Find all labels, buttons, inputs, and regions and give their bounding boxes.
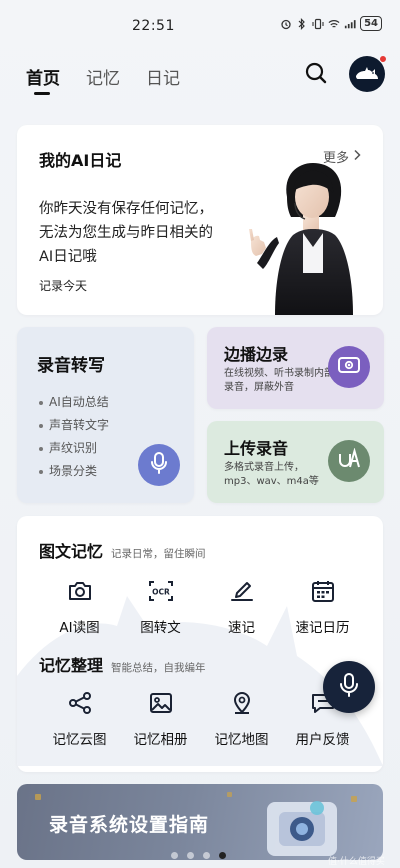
pen-icon bbox=[227, 576, 257, 606]
list-item: 声音转文字 bbox=[39, 414, 109, 437]
upload-title: 上传录音 bbox=[224, 439, 289, 458]
banner-pagination bbox=[171, 852, 226, 859]
search-button[interactable] bbox=[301, 60, 331, 90]
search-icon bbox=[304, 61, 328, 89]
ai-read-image-button[interactable]: AI读图 bbox=[39, 576, 120, 636]
memory-map-button[interactable]: 记忆地图 bbox=[201, 688, 282, 748]
watermark: 值·什么值得买 bbox=[328, 857, 385, 867]
memory-organize-subtitle: 智能总结，自我编年 bbox=[111, 662, 206, 674]
quick-note-button[interactable]: 速记 bbox=[201, 576, 282, 636]
tab-diary[interactable]: 日记 bbox=[146, 64, 180, 89]
bluetooth-icon bbox=[296, 17, 308, 30]
ocr-icon: OCR bbox=[146, 576, 176, 606]
alarm-icon bbox=[280, 18, 292, 30]
record-mic-button[interactable] bbox=[138, 444, 180, 486]
status-time: 22:51 bbox=[132, 18, 175, 34]
wifi-icon bbox=[328, 18, 340, 30]
list-item: 声纹识别 bbox=[39, 437, 109, 460]
record-feature-list: AI自动总结 声音转文字 声纹识别 场景分类 bbox=[39, 391, 109, 483]
upload-audio-card[interactable]: 上传录音 多格式录音上传，mp3、wav、m4a等 bbox=[207, 421, 384, 503]
vibrate-icon bbox=[312, 18, 324, 30]
graphic-memory-heading: 图文记忆 记录日常，留住瞬间 bbox=[39, 538, 206, 562]
banner-title: 录音系统设置指南 bbox=[49, 814, 210, 836]
record-today-link[interactable]: 记录今天 bbox=[39, 277, 87, 294]
upload-audio-button[interactable] bbox=[328, 440, 370, 482]
diary-message: 你昨天没有保存任何记忆，无法为您生成与昨日相关的AI日记哦 bbox=[39, 201, 213, 265]
graphic-memory-title: 图文记忆 bbox=[39, 542, 104, 561]
status-bar: 22:51 54 bbox=[0, 0, 400, 44]
memory-organize-title: 记忆整理 bbox=[39, 656, 104, 675]
memory-cloud-button[interactable]: 记忆云图 bbox=[39, 688, 120, 748]
video-record-icon bbox=[337, 355, 361, 379]
graphic-memory-grid: AI读图 OCR 图转文 速记 速记日历 bbox=[17, 576, 383, 636]
calendar-icon bbox=[308, 576, 338, 606]
battery-indicator: 54 bbox=[360, 16, 382, 31]
page-dot[interactable] bbox=[187, 852, 194, 859]
notification-dot bbox=[379, 55, 387, 63]
top-nav: 首页 记忆 日记 bbox=[0, 55, 400, 100]
record-title: 录音转写 bbox=[37, 356, 105, 376]
ai-assistant-illustration bbox=[249, 163, 353, 315]
record-transcribe-card[interactable]: 录音转写 AI自动总结 声音转文字 声纹识别 场景分类 bbox=[17, 327, 194, 503]
mic-icon bbox=[338, 672, 360, 702]
graphic-memory-subtitle: 记录日常，留住瞬间 bbox=[111, 548, 206, 560]
broadcast-record-card[interactable]: 边播边录 在线视频、听书录制内部录音，屏蔽外音 bbox=[207, 327, 384, 409]
upload-desc: 多格式录音上传，mp3、wav、m4a等 bbox=[224, 462, 319, 487]
page-dot-active[interactable] bbox=[219, 852, 226, 859]
avatar[interactable] bbox=[349, 55, 387, 92]
list-item: 场景分类 bbox=[39, 460, 109, 483]
signal-icon bbox=[344, 18, 356, 30]
list-item: AI自动总结 bbox=[39, 391, 109, 414]
tab-memory[interactable]: 记忆 bbox=[86, 64, 120, 89]
diary-title: 我的AI日记 bbox=[39, 151, 122, 170]
cat-avatar-icon bbox=[354, 62, 380, 86]
guide-banner[interactable]: 录音系统设置指南 bbox=[17, 784, 383, 860]
share-graph-icon bbox=[65, 688, 95, 718]
ai-diary-card[interactable]: 我的AI日记 更多 你昨天没有保存任何记忆，无法为您生成与昨日相关的AI日记哦 … bbox=[17, 125, 383, 315]
broadcast-title: 边播边录 bbox=[224, 345, 289, 364]
floating-record-button[interactable] bbox=[323, 661, 375, 713]
broadcast-desc: 在线视频、听书录制内部录音，屏蔽外音 bbox=[224, 368, 334, 393]
memory-organize-heading: 记忆整理 智能总结，自我编年 bbox=[39, 652, 206, 676]
status-icons: 54 bbox=[280, 16, 382, 31]
map-pin-icon bbox=[227, 688, 257, 718]
upload-audio-icon bbox=[337, 447, 361, 474]
mic-icon bbox=[149, 452, 169, 478]
quick-note-calendar-button[interactable]: 速记日历 bbox=[282, 576, 363, 636]
memory-card: 图文记忆 记录日常，留住瞬间 AI读图 OCR 图转文 速记 速记日历 记忆整理… bbox=[17, 516, 383, 772]
memory-album-button[interactable]: 记忆相册 bbox=[120, 688, 201, 748]
broadcast-record-button[interactable] bbox=[328, 346, 370, 388]
tab-home[interactable]: 首页 bbox=[26, 64, 60, 89]
svg-text:OCR: OCR bbox=[152, 588, 170, 597]
page-dot[interactable] bbox=[171, 852, 178, 859]
image-icon bbox=[146, 688, 176, 718]
tab-active-indicator bbox=[34, 92, 50, 95]
page-dot[interactable] bbox=[203, 852, 210, 859]
camera-icon bbox=[65, 576, 95, 606]
image-to-text-button[interactable]: OCR 图转文 bbox=[120, 576, 201, 636]
